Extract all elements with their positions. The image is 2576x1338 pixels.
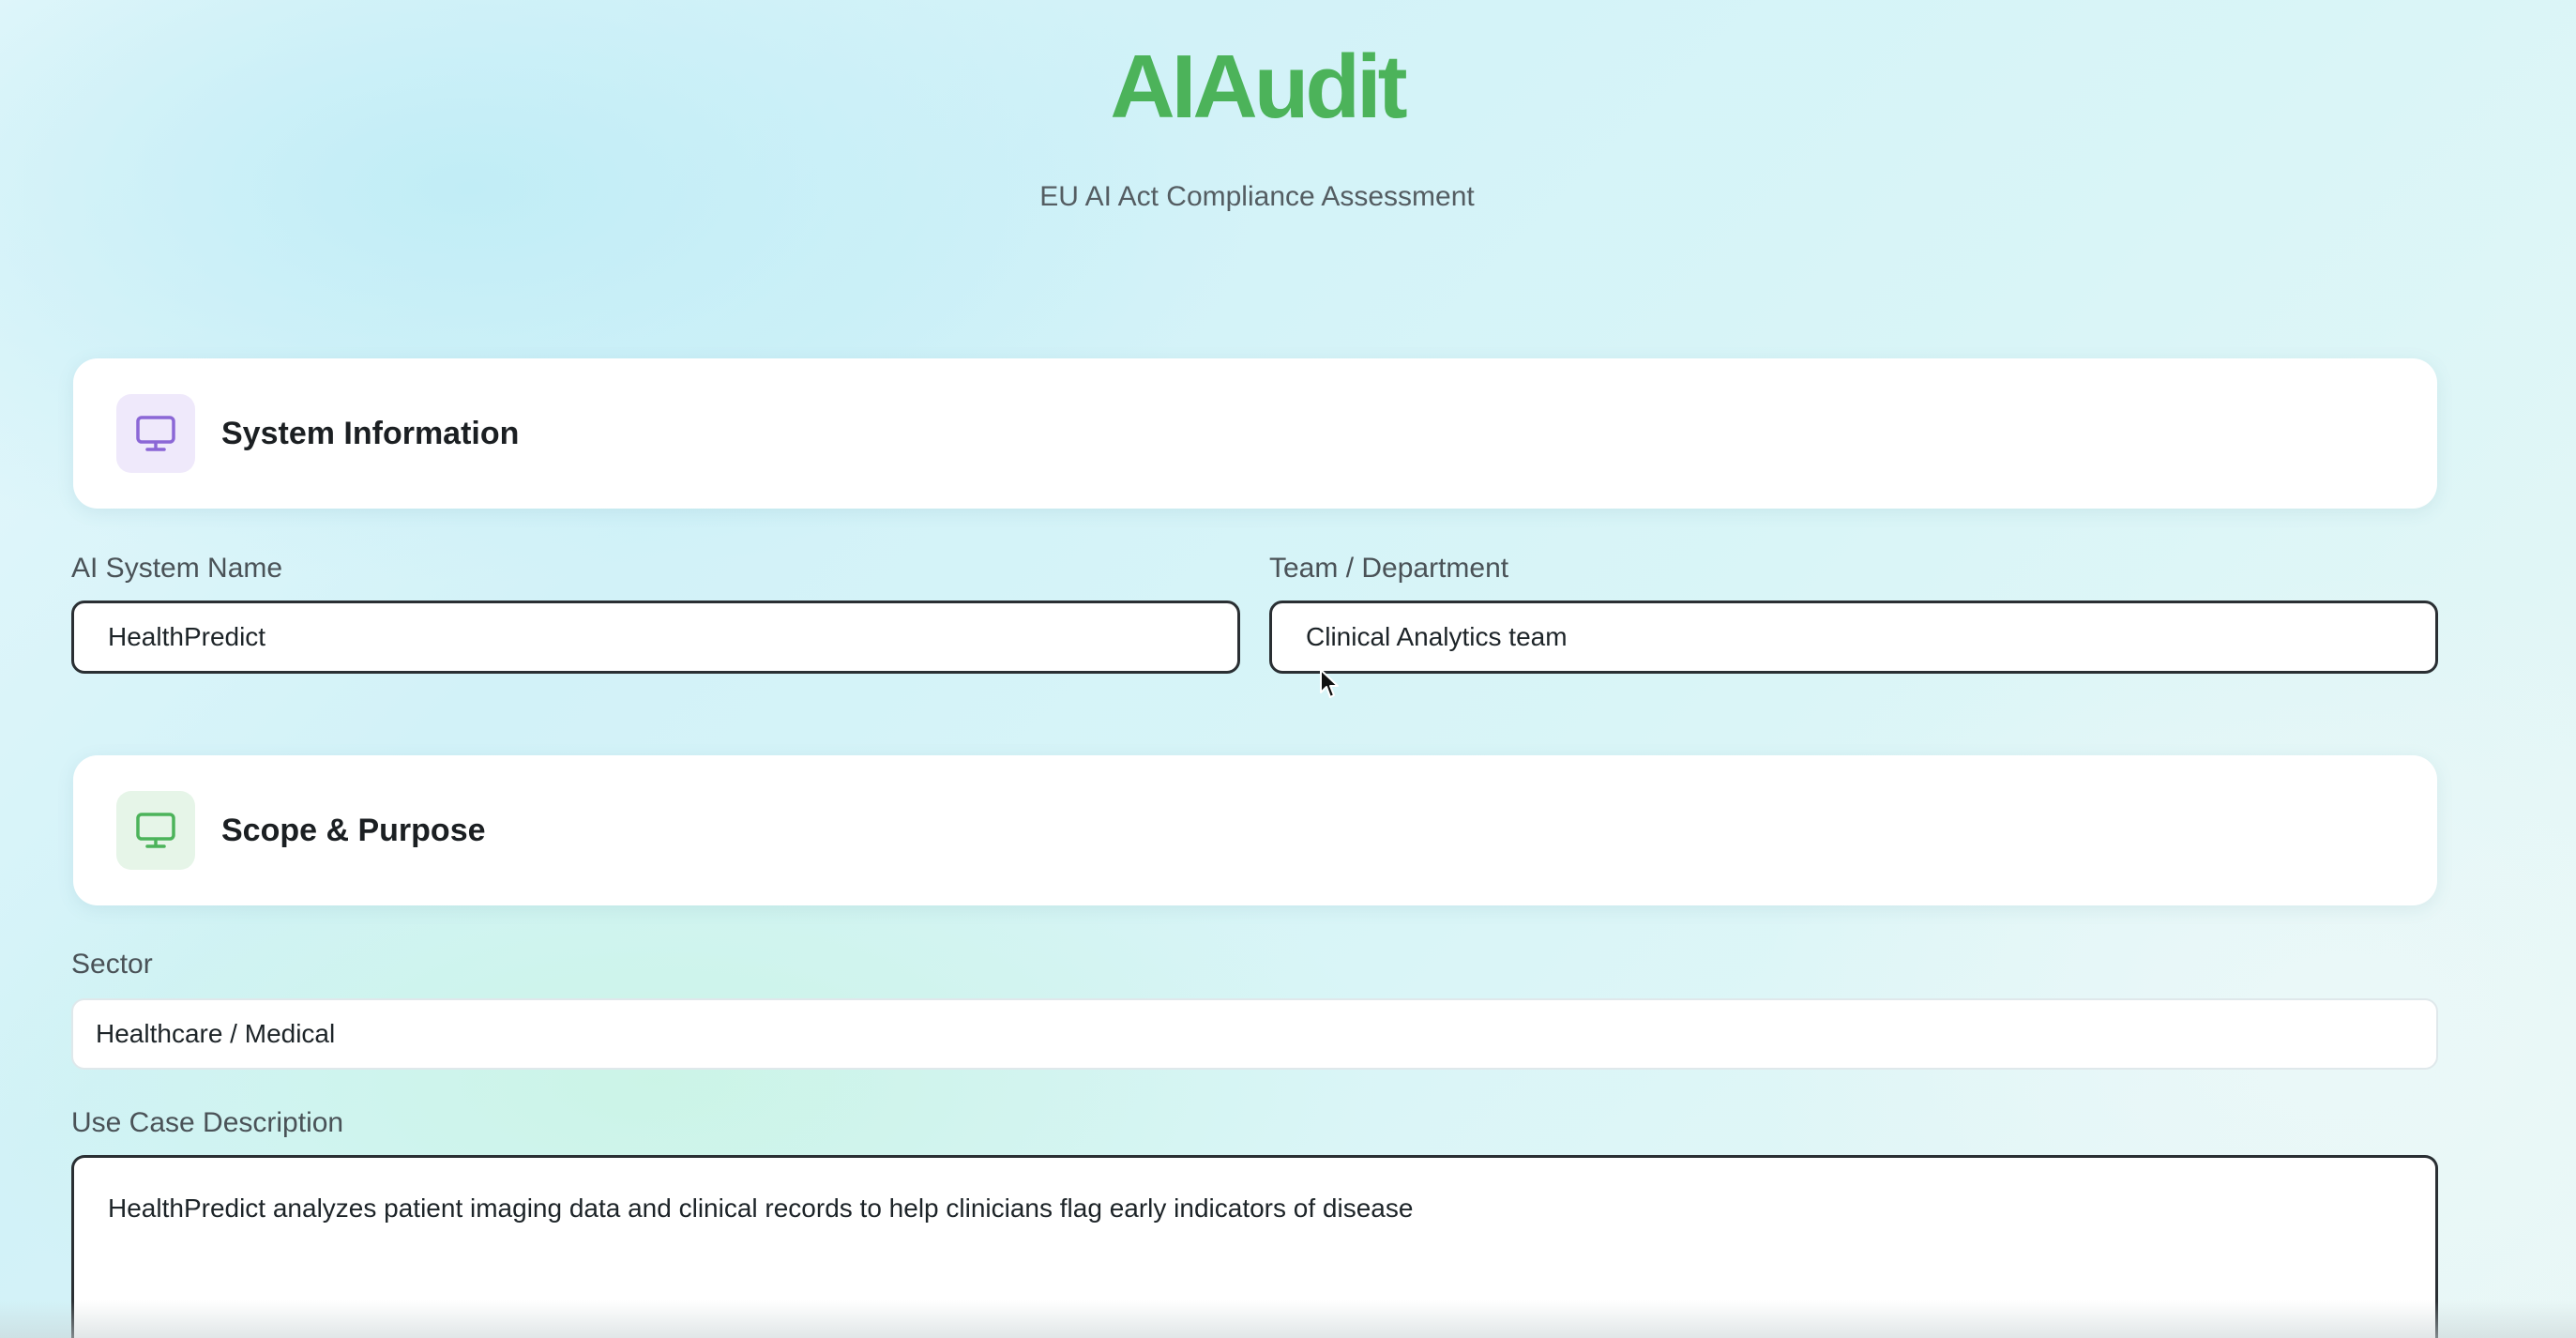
app-brand-title: AIAudit [1110, 37, 1407, 137]
sector-select[interactable]: Healthcare / Medical [71, 998, 2438, 1070]
section-title-scope-purpose: Scope & Purpose [221, 813, 486, 848]
app-tagline: EU AI Act Compliance Assessment [1039, 181, 1475, 212]
use-case-description-textarea[interactable]: HealthPredict analyzes patient imaging d… [71, 1155, 2438, 1338]
section-system-information: System Information [73, 358, 2437, 509]
team-department-input[interactable] [1269, 601, 2438, 674]
team-department-label: Team / Department [1269, 553, 1509, 584]
use-case-description-text: HealthPredict analyzes patient imaging d… [108, 1194, 1414, 1223]
monitor-icon [116, 791, 195, 870]
section-title-system-information: System Information [221, 416, 520, 451]
monitor-icon [116, 394, 195, 473]
ai-system-name-input[interactable] [71, 601, 1240, 674]
ai-system-name-label: AI System Name [71, 553, 283, 584]
use-case-description-label: Use Case Description [71, 1107, 344, 1138]
mouse-cursor-icon [1320, 669, 1339, 698]
sector-selected-value: Healthcare / Medical [96, 1019, 336, 1048]
section-scope-purpose: Scope & Purpose [73, 755, 2437, 905]
sector-label: Sector [71, 949, 153, 980]
